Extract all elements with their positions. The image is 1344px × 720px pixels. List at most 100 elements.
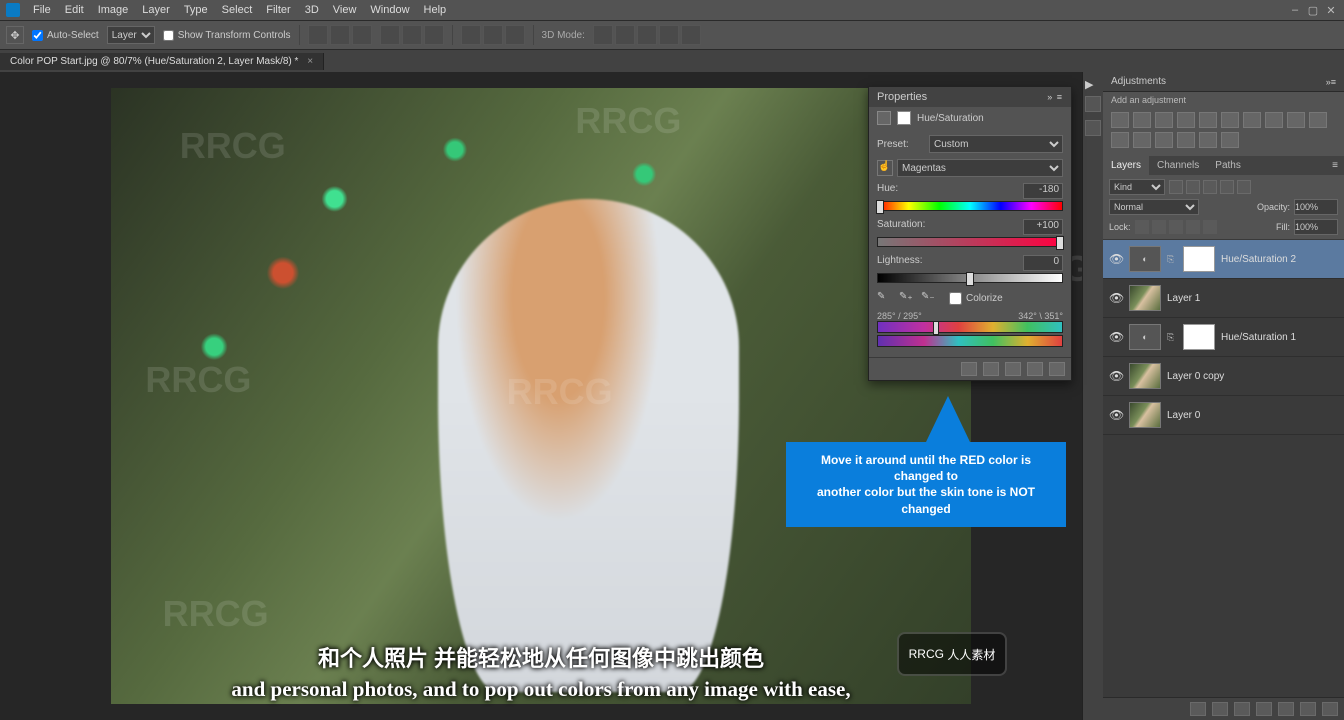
- history-panel-icon[interactable]: [1085, 96, 1101, 112]
- adj-colorbalance-icon[interactable]: [1243, 112, 1261, 128]
- add-mask-icon[interactable]: [1234, 702, 1250, 716]
- filter-adjust-icon[interactable]: [1186, 180, 1200, 194]
- filter-shape-icon[interactable]: [1220, 180, 1234, 194]
- close-tab-icon[interactable]: ×: [307, 56, 313, 67]
- adj-threshold-icon[interactable]: [1177, 132, 1195, 148]
- menu-help[interactable]: Help: [417, 4, 454, 16]
- saturation-slider[interactable]: [877, 237, 1063, 247]
- layer-name[interactable]: Layer 1: [1167, 293, 1200, 304]
- lock-all-icon[interactable]: [1203, 220, 1217, 234]
- adj-photofilter-icon[interactable]: [1287, 112, 1305, 128]
- reset-icon[interactable]: [1005, 362, 1021, 376]
- color-panel-icon[interactable]: [1085, 120, 1101, 136]
- adj-selectivecolor-icon[interactable]: [1221, 132, 1239, 148]
- show-transform-input[interactable]: [163, 30, 174, 41]
- layer-row[interactable]: 👁 ◐ ⎘ Hue/Saturation 1: [1103, 318, 1344, 357]
- layer-row[interactable]: 👁 Layer 0 copy: [1103, 357, 1344, 396]
- eyedropper-add-icon[interactable]: ✎₊: [899, 291, 913, 305]
- menu-layer[interactable]: Layer: [135, 4, 177, 16]
- auto-select-target[interactable]: Layer: [107, 26, 155, 44]
- menu-window[interactable]: Window: [363, 4, 416, 16]
- lightness-value[interactable]: 0: [1023, 255, 1063, 271]
- new-adjustment-icon[interactable]: [1256, 702, 1272, 716]
- filter-pixel-icon[interactable]: [1169, 180, 1183, 194]
- auto-select-checkbox[interactable]: Auto-Select: [32, 30, 99, 41]
- preset-select[interactable]: Custom: [929, 135, 1063, 153]
- adj-curves-icon[interactable]: [1155, 112, 1173, 128]
- layer-name[interactable]: Layer 0 copy: [1167, 371, 1224, 382]
- lightness-slider[interactable]: [877, 273, 1063, 283]
- link-layers-icon[interactable]: [1190, 702, 1206, 716]
- collapse-dock-icon[interactable]: ▶: [1085, 78, 1093, 91]
- delete-adjustment-icon[interactable]: [1049, 362, 1065, 376]
- auto-select-input[interactable]: [32, 30, 43, 41]
- align-hcenter-icon[interactable]: [402, 25, 422, 45]
- hue-value[interactable]: -180: [1023, 183, 1063, 199]
- fill-input[interactable]: [1294, 219, 1338, 235]
- clip-to-layer-icon[interactable]: [961, 362, 977, 376]
- filter-smart-icon[interactable]: [1237, 180, 1251, 194]
- layer-row[interactable]: 👁 Layer 0: [1103, 396, 1344, 435]
- layer-name[interactable]: Hue/Saturation 2: [1221, 254, 1296, 265]
- panel-collapse-icon[interactable]: » ≡: [1047, 92, 1063, 102]
- distribute-3-icon[interactable]: [505, 25, 525, 45]
- hue-slider[interactable]: [877, 201, 1063, 211]
- mask-icon[interactable]: [897, 111, 911, 125]
- document-tab[interactable]: Color POP Start.jpg @ 80/7% (Hue/Saturat…: [0, 53, 324, 70]
- panel-menu-icon[interactable]: ≡: [1326, 156, 1344, 175]
- color-range-bars[interactable]: [877, 321, 1063, 347]
- menu-edit[interactable]: Edit: [58, 4, 91, 16]
- adj-colorlookup-icon[interactable]: [1111, 132, 1129, 148]
- layer-filter-kind[interactable]: Kind: [1109, 179, 1165, 195]
- move-tool-icon[interactable]: ✥: [6, 26, 24, 44]
- layer-name[interactable]: Layer 0: [1167, 410, 1200, 421]
- adj-levels-icon[interactable]: [1133, 112, 1151, 128]
- lock-transparency-icon[interactable]: [1135, 220, 1149, 234]
- mask-thumbnail[interactable]: [1183, 324, 1215, 350]
- layer-thumbnail[interactable]: [1129, 285, 1161, 311]
- lock-pixels-icon[interactable]: [1152, 220, 1166, 234]
- 3d-orbit-icon[interactable]: [593, 25, 613, 45]
- adj-channelmixer-icon[interactable]: [1309, 112, 1327, 128]
- adj-gradmap-icon[interactable]: [1199, 132, 1217, 148]
- channel-select[interactable]: Magentas: [897, 159, 1063, 177]
- menu-type[interactable]: Type: [177, 4, 215, 16]
- window-minimize-icon[interactable]: –: [1288, 4, 1302, 16]
- toggle-visibility-icon[interactable]: [1027, 362, 1043, 376]
- adjustment-thumbnail[interactable]: ◐: [1129, 324, 1161, 350]
- 3d-roll-icon[interactable]: [615, 25, 635, 45]
- layer-thumbnail[interactable]: [1129, 402, 1161, 428]
- opacity-input[interactable]: [1294, 199, 1338, 215]
- 3d-pan-icon[interactable]: [637, 25, 657, 45]
- adj-bw-icon[interactable]: [1265, 112, 1283, 128]
- window-restore-icon[interactable]: ▢: [1306, 4, 1320, 16]
- menu-filter[interactable]: Filter: [259, 4, 297, 16]
- align-top-icon[interactable]: [308, 25, 328, 45]
- visibility-toggle-icon[interactable]: 👁: [1109, 330, 1123, 344]
- adj-posterize-icon[interactable]: [1155, 132, 1173, 148]
- eyedropper-sub-icon[interactable]: ✎₋: [921, 291, 935, 305]
- saturation-value[interactable]: +100: [1023, 219, 1063, 235]
- mask-thumbnail[interactable]: [1183, 246, 1215, 272]
- menu-file[interactable]: File: [26, 4, 58, 16]
- range-handle[interactable]: [933, 321, 939, 335]
- lock-position-icon[interactable]: [1169, 220, 1183, 234]
- colorize-checkbox[interactable]: Colorize: [949, 292, 1003, 305]
- tab-layers[interactable]: Layers: [1103, 156, 1149, 175]
- new-layer-icon[interactable]: [1300, 702, 1316, 716]
- filter-type-icon[interactable]: [1203, 180, 1217, 194]
- view-previous-icon[interactable]: [983, 362, 999, 376]
- visibility-toggle-icon[interactable]: 👁: [1109, 291, 1123, 305]
- tab-paths[interactable]: Paths: [1207, 156, 1249, 175]
- distribute-1-icon[interactable]: [461, 25, 481, 45]
- targeted-adjust-icon[interactable]: ☝: [877, 160, 893, 176]
- adj-huesat-icon[interactable]: [1221, 112, 1239, 128]
- adjustment-thumbnail[interactable]: ◐: [1129, 246, 1161, 272]
- adj-exposure-icon[interactable]: [1177, 112, 1195, 128]
- layer-thumbnail[interactable]: [1129, 363, 1161, 389]
- menu-select[interactable]: Select: [215, 4, 260, 16]
- eyedropper-icon[interactable]: ✎: [877, 291, 891, 305]
- window-close-icon[interactable]: ✕: [1324, 4, 1338, 16]
- 3d-zoom-icon[interactable]: [681, 25, 701, 45]
- new-group-icon[interactable]: [1278, 702, 1294, 716]
